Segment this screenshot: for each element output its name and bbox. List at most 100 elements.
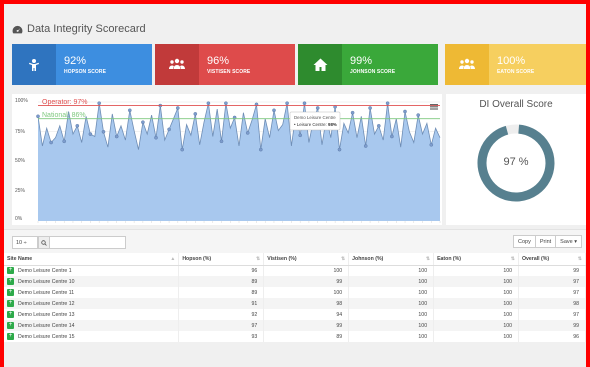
data-point (88, 132, 93, 136)
score-card-label: HOPSON SCORE (64, 68, 107, 75)
column-header-label: Hopson (%) (182, 255, 212, 262)
search-input[interactable] (38, 236, 126, 249)
data-point (298, 133, 303, 138)
expand-row-icon[interactable]: + (7, 267, 14, 275)
overall-score-value: 97 % (503, 156, 529, 168)
chart-panel: 100% 75% 50% 25% 0% Operator: 97% Nationa… (12, 94, 442, 225)
data-point (154, 135, 158, 140)
score-cell: 99 (263, 320, 350, 331)
data-point (363, 144, 368, 148)
scores-table: Site Name ▲ Hopson (%) ⇅ Vistisen (%) ⇅ Johnso… (4, 253, 586, 342)
data-point (403, 109, 407, 114)
score-cell: 100 (348, 276, 435, 287)
series-area (38, 103, 440, 221)
column-header[interactable]: Overall (%) ⇅ (518, 253, 586, 266)
menu-icon[interactable] (430, 106, 438, 108)
save-button[interactable]: Save ▾ (555, 235, 582, 248)
column-header-label: Overall (%) (522, 255, 550, 262)
page-size-select[interactable]: 10 ÷ (12, 236, 38, 249)
score-cell: 100 (433, 287, 519, 298)
site-name: Demo Leisure Centre 10 (18, 278, 75, 285)
data-point (285, 101, 289, 105)
group-icon (445, 44, 489, 85)
data-point (49, 140, 53, 145)
data-point (390, 134, 394, 139)
data-point (385, 101, 390, 105)
score-cell: 94 (263, 309, 350, 320)
score-cell: 100 (348, 287, 435, 298)
score-card-value: 96% (207, 54, 230, 67)
score-cell: 99 (263, 276, 350, 287)
score-cell: 97 (518, 287, 586, 298)
table-row[interactable]: + Demo Leisure Centre 12 91 98 100 100 98 (4, 298, 586, 309)
table-row[interactable]: + Demo Leisure Centre 11 89 100 100 100 97 (4, 287, 586, 298)
score-cell: 100 (348, 298, 435, 309)
score-cell: 100 (348, 320, 435, 331)
table-row[interactable]: + Demo Leisure Centre 14 97 99 100 100 99 (4, 320, 586, 331)
score-card: 92% HOPSON SCORE (12, 44, 152, 85)
sort-icon: ⇅ (256, 255, 261, 262)
column-header[interactable]: Eaton (%) ⇅ (433, 253, 519, 266)
site-name-cell: + Demo Leisure Centre 14 (4, 320, 180, 331)
person-icon (12, 44, 56, 85)
data-point (368, 106, 372, 110)
expand-row-icon[interactable]: + (7, 278, 14, 285)
home-icon (298, 44, 342, 85)
expand-row-icon[interactable]: + (7, 311, 14, 318)
score-cell: 99 (518, 320, 586, 331)
data-point (315, 106, 320, 110)
data-point (224, 101, 228, 105)
site-name-cell: + Demo Leisure Centre 11 (4, 287, 180, 298)
expand-row-icon[interactable]: + (7, 333, 14, 340)
table-row[interactable]: + Demo Leisure Centre 15 93 89 100 100 96 (4, 331, 586, 342)
data-point (128, 108, 132, 113)
data-point (219, 139, 224, 144)
expand-row-icon[interactable]: + (7, 289, 14, 296)
score-card-label: JOHNSON SCORE (350, 68, 396, 75)
sort-icon: ⇅ (340, 255, 346, 262)
menu-icon[interactable] (430, 108, 438, 110)
column-header-label: Johnson (%) (352, 255, 384, 262)
data-point (180, 147, 184, 152)
menu-icon[interactable] (430, 104, 438, 106)
data-point (62, 139, 67, 144)
column-header[interactable]: Johnson (%) ⇅ (348, 253, 435, 266)
score-cell: 89 (178, 287, 265, 298)
score-cell: 97 (518, 309, 586, 320)
score-cell: 100 (433, 331, 519, 342)
sort-icon: ⇅ (510, 255, 515, 262)
column-header[interactable]: Site Name ▲ (4, 253, 180, 266)
score-cell: 92 (178, 309, 265, 320)
site-name: Demo Leisure Centre 1 (18, 268, 72, 275)
site-name: Demo Leisure Centre 13 (18, 311, 75, 318)
site-name-cell: + Demo Leisure Centre 13 (4, 309, 180, 320)
score-cell: 100 (433, 320, 519, 331)
table-row[interactable]: + Demo Leisure Centre 10 89 99 100 100 97 (4, 276, 586, 287)
score-cell: 100 (263, 287, 350, 298)
table-row[interactable]: + Demo Leisure Centre 1 96 100 100 100 99 (4, 265, 586, 276)
data-point (101, 130, 106, 134)
site-name: Demo Leisure Centre 12 (18, 300, 75, 307)
score-card-value: 92% (64, 54, 87, 67)
column-header[interactable]: Vistisen (%) ⇅ (263, 253, 350, 266)
score-cell: 100 (433, 309, 519, 320)
copy-button[interactable]: Copy (513, 235, 536, 248)
page-header: Data Integrity Scorecard (4, 4, 586, 40)
data-point (376, 123, 381, 128)
overall-score-panel: DI Overall Score 97 % (446, 94, 586, 225)
column-header[interactable]: Hopson (%) ⇅ (178, 253, 265, 266)
expand-row-icon[interactable]: + (7, 322, 14, 329)
print-button[interactable]: Print (534, 235, 557, 248)
table-row[interactable]: + Demo Leisure Centre 13 92 94 100 100 97 (4, 309, 586, 320)
expand-row-icon[interactable]: + (7, 300, 14, 307)
site-name: Demo Leisure Centre 15 (18, 333, 75, 340)
sort-icon: ⇅ (577, 255, 582, 262)
score-cell: 91 (178, 298, 265, 309)
score-cell: 93 (178, 331, 265, 342)
score-cell: 89 (178, 276, 265, 287)
data-point (245, 131, 250, 135)
score-cell: 100 (433, 276, 519, 287)
operator-label: Operator: 97% (42, 99, 88, 106)
sort-icon: ⇅ (425, 255, 431, 262)
score-cell: 100 (348, 331, 435, 342)
